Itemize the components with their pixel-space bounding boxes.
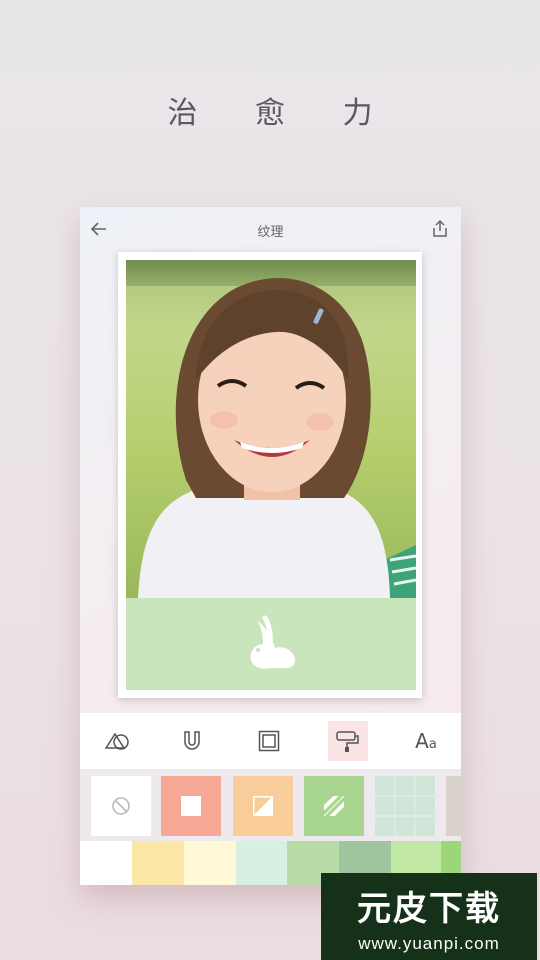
swatch-green[interactable]	[304, 776, 364, 836]
stripes-icon	[324, 796, 344, 816]
swatch-orange[interactable]	[233, 776, 293, 836]
page-title: 纹理	[257, 225, 284, 240]
portrait-photo	[126, 260, 416, 598]
palette-color[interactable]	[132, 841, 184, 885]
swatch-grid[interactable]	[375, 776, 435, 836]
swatch-coral[interactable]	[161, 776, 221, 836]
rabbit-icon	[250, 615, 295, 669]
watermark-logo: 元皮下载 www.yuanpi.com	[321, 873, 537, 960]
shapes-icon	[104, 732, 129, 750]
solid-square-icon	[181, 796, 201, 816]
text-icon: Aa	[415, 729, 437, 753]
shapes-tool-button[interactable]	[97, 721, 137, 761]
top-bar: 纹理	[80, 207, 461, 251]
swatch-partial[interactable]	[446, 776, 461, 836]
magnet-tool-button[interactable]	[172, 721, 212, 761]
child-portrait-illustration	[138, 278, 416, 598]
half-diagonal-icon	[253, 796, 273, 816]
promo-title: 治 愈 力	[167, 96, 397, 131]
share-icon[interactable]	[427, 216, 453, 242]
grid-pattern-icon	[375, 776, 435, 836]
edit-toolbar: Aa	[80, 712, 461, 770]
texture-tool-button[interactable]	[328, 721, 368, 761]
magnet-icon	[184, 731, 200, 750]
palette-color[interactable]	[236, 841, 287, 885]
texture-label-area	[126, 598, 416, 690]
text-tool-button[interactable]: Aa	[406, 721, 446, 761]
watermark-main-text: 元皮下载	[357, 889, 501, 929]
watermark-url: www.yuanpi.com	[358, 934, 500, 953]
texture-roller-icon	[336, 731, 359, 752]
palette-color[interactable]	[184, 841, 236, 885]
photo-card[interactable]	[118, 252, 422, 698]
palette-color[interactable]	[80, 841, 132, 885]
none-icon	[112, 797, 130, 815]
swatch-none[interactable]	[91, 776, 151, 836]
frame-tool-button[interactable]	[249, 721, 289, 761]
texture-swatches	[80, 769, 461, 841]
phone-screen: 纹理 Aa	[80, 207, 461, 885]
frame-icon	[258, 730, 280, 752]
